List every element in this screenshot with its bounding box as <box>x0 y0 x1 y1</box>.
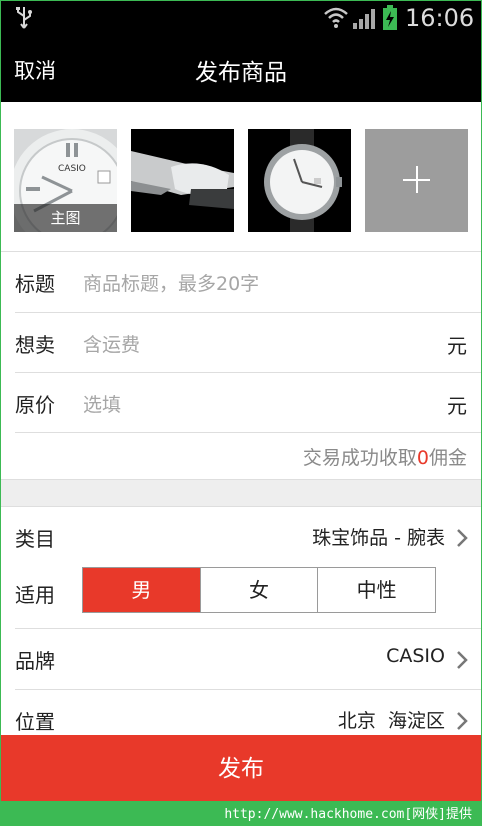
usb-icon <box>15 6 33 34</box>
gender-option-female[interactable]: 女 <box>200 568 319 612</box>
status-bar: 16:06 <box>1 1 481 35</box>
watermark-text: http://www.hackhome.com[网侠]提供 <box>224 807 472 822</box>
photo-thumb-3[interactable] <box>248 129 351 232</box>
chevron-right-icon <box>456 650 468 674</box>
brand-row[interactable]: 品牌 CASIO <box>1 629 481 689</box>
original-price-input[interactable]: 选填 <box>83 390 423 417</box>
main-photo-label: 主图 <box>14 204 117 232</box>
brand-label: 品牌 <box>15 649 55 673</box>
title-row: 标题 商品标题，最多20字 <box>1 252 481 312</box>
signal-icon <box>353 7 379 33</box>
category-label: 类目 <box>15 527 55 551</box>
page-title: 发布商品 <box>195 60 287 86</box>
add-photo-button[interactable] <box>365 129 468 232</box>
original-price-label: 原价 <box>15 393 55 417</box>
commission-amount: 0 <box>416 447 429 469</box>
location-value: 北京 海淀区 <box>337 710 445 732</box>
wifi-icon <box>323 6 349 34</box>
commission-note: 交易成功收取0佣金 <box>303 443 467 470</box>
gender-option-unisex[interactable]: 中性 <box>318 568 436 612</box>
app-screen: 16:06 取消 发布商品 CASIO 主图 标题 商品标题，最多20字 想卖 … <box>1 1 481 801</box>
svg-text:CASIO: CASIO <box>58 164 86 174</box>
gender-selector: 男 女 中性 <box>82 567 436 613</box>
title-input[interactable]: 商品标题，最多20字 <box>83 269 423 296</box>
price-unit: 元 <box>447 334 467 358</box>
watch-front-image <box>248 129 351 232</box>
title-label: 标题 <box>15 272 55 296</box>
top-nav-bar: 取消 发布商品 <box>1 35 481 102</box>
commission-suffix: 佣金 <box>428 447 467 469</box>
photo-thumb-main[interactable]: CASIO 主图 <box>14 129 117 232</box>
photo-thumb-2[interactable] <box>131 129 234 232</box>
category-value: 珠宝饰品 - 腕表 <box>312 527 445 549</box>
divider <box>15 432 481 433</box>
price-input[interactable]: 含运费 <box>83 330 423 357</box>
original-price-unit: 元 <box>447 394 467 418</box>
price-label: 想卖 <box>15 333 55 357</box>
publish-button[interactable]: 发布 <box>1 735 481 801</box>
chevron-right-icon <box>456 528 468 552</box>
gender-option-male[interactable]: 男 <box>83 568 201 612</box>
price-row: 想卖 含运费 元 <box>1 313 481 373</box>
original-price-row: 原价 选填 元 <box>1 373 481 433</box>
section-gap <box>1 479 481 507</box>
status-time: 16:06 <box>405 4 475 32</box>
chevron-right-icon <box>456 711 468 735</box>
location-label: 位置 <box>15 710 55 734</box>
category-row[interactable]: 类目 珠宝饰品 - 腕表 <box>1 507 481 567</box>
brand-value: CASIO <box>386 645 445 667</box>
gender-label: 适用 <box>15 583 55 607</box>
watch-side-image <box>131 129 234 232</box>
battery-charging-icon <box>382 5 398 35</box>
commission-prefix: 交易成功收取 <box>302 447 417 469</box>
photo-strip: CASIO 主图 <box>1 102 481 252</box>
